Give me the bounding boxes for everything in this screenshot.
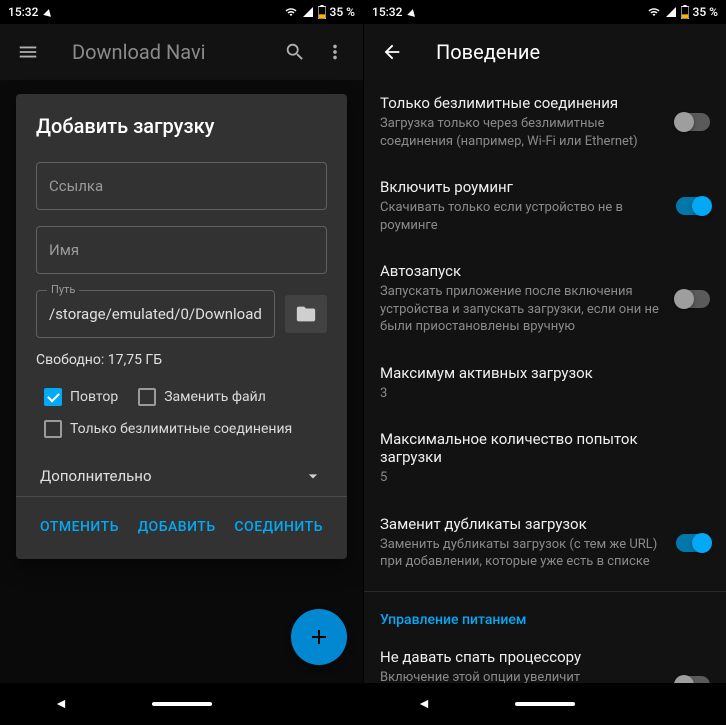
- dialog-title: Добавить загрузку: [36, 114, 327, 138]
- app-bar: Download Navi: [0, 24, 363, 80]
- cancel-button[interactable]: ОТМЕНИТЬ: [36, 511, 123, 543]
- add-fab[interactable]: [291, 609, 347, 665]
- switch-wakelock[interactable]: [676, 676, 710, 683]
- nav-home-icon: [152, 702, 212, 706]
- settings-title: Поведение: [436, 40, 540, 64]
- battery-icon: [318, 5, 326, 19]
- nav-home[interactable]: [152, 702, 212, 706]
- battery-icon: [681, 5, 689, 19]
- browse-folder-button[interactable]: [285, 295, 327, 333]
- switch-roaming[interactable]: [676, 197, 710, 215]
- add-download-dialog: Добавить загрузку Путь Свободно: 17,75 Г…: [16, 94, 347, 559]
- status-time: 15:32: [372, 5, 402, 19]
- setting-autorun[interactable]: Автозапуск Запускать приложение после вк…: [380, 248, 710, 350]
- back-button[interactable]: [372, 32, 412, 72]
- nav-back-icon: [51, 694, 71, 714]
- nav-home-icon: [515, 702, 575, 706]
- plus-icon: [307, 625, 331, 649]
- setting-title: Максимум активных загрузок: [380, 364, 694, 382]
- setting-subtitle: Загрузка только через безлимитные соедин…: [380, 115, 660, 150]
- setting-subtitle: Включение этой опции увеличит использова…: [380, 669, 660, 683]
- connect-button[interactable]: СОЕДИНИТЬ: [230, 511, 327, 543]
- setting-subtitle: 5: [380, 469, 694, 487]
- setting-title: Максимальное количество попыток загрузки: [380, 430, 694, 466]
- replace-checkbox[interactable]: [138, 388, 156, 406]
- status-bar: 15:32 35 %: [364, 0, 726, 24]
- signal-icon: [302, 6, 314, 18]
- path-label: Путь: [47, 283, 79, 296]
- screen-settings: 15:32 35 % Поведение Только безлимитные …: [363, 0, 726, 725]
- status-app-icon: [408, 8, 418, 17]
- app-bar: Поведение: [364, 24, 726, 80]
- link-field-wrapper[interactable]: [36, 162, 327, 210]
- more-button[interactable]: [315, 32, 355, 72]
- menu-icon: [17, 41, 39, 63]
- path-input[interactable]: [49, 305, 262, 323]
- setting-subtitle: Запускать приложение после включения уст…: [380, 283, 660, 336]
- setting-roaming[interactable]: Включить роуминг Скачивать только если у…: [380, 164, 710, 248]
- setting-title: Не давать спать процессору: [380, 648, 660, 666]
- nav-home[interactable]: [515, 702, 575, 706]
- setting-wakelock[interactable]: Не давать спать процессору Включение это…: [380, 634, 710, 683]
- free-space-text: Свободно: 17,75 ГБ: [36, 352, 327, 368]
- chevron-down-icon: [303, 466, 323, 486]
- wifi-icon: [647, 6, 661, 18]
- status-battery: 35 %: [330, 5, 355, 19]
- search-button[interactable]: [275, 32, 315, 72]
- section-divider: [364, 591, 726, 592]
- status-battery: 35 %: [693, 5, 718, 19]
- add-button[interactable]: ДОБАВИТЬ: [134, 511, 220, 543]
- advanced-label: Дополнительно: [40, 467, 152, 485]
- arrow-back-icon: [381, 41, 403, 63]
- nav-back[interactable]: [31, 694, 91, 714]
- status-app-icon: [44, 8, 54, 17]
- power-section-header: Управление питанием: [380, 598, 710, 634]
- screen-downloads: 15:32 35 % Download Navi Добавить загруз…: [0, 0, 363, 725]
- path-field-wrapper[interactable]: Путь: [36, 290, 275, 338]
- switch-autorun[interactable]: [676, 290, 710, 308]
- setting-unlimited[interactable]: Только безлимитные соединения Загрузка т…: [380, 80, 710, 164]
- nav-back[interactable]: [394, 694, 454, 714]
- setting-title: Включить роуминг: [380, 178, 660, 196]
- settings-list[interactable]: Только безлимитные соединения Загрузка т…: [364, 80, 726, 683]
- unlimited-label: Только безлимитные соединения: [70, 421, 292, 437]
- nav-back-icon: [414, 694, 434, 714]
- status-time: 15:32: [8, 5, 38, 19]
- wifi-icon: [284, 6, 298, 18]
- setting-subtitle: Заменить дубликаты загрузок (с тем же UR…: [380, 536, 660, 571]
- setting-replace-dup[interactable]: Заменит дубликаты загрузок Заменить дубл…: [380, 501, 710, 585]
- setting-subtitle: 3: [380, 385, 694, 403]
- setting-title: Заменит дубликаты загрузок: [380, 515, 660, 533]
- folder-icon: [295, 303, 317, 325]
- setting-title: Автозапуск: [380, 262, 660, 280]
- search-icon: [284, 41, 306, 63]
- name-field-wrapper[interactable]: [36, 226, 327, 274]
- more-vert-icon: [324, 41, 346, 63]
- switch-unlimited[interactable]: [676, 113, 710, 131]
- status-bar: 15:32 35 %: [0, 0, 363, 24]
- unlimited-checkbox[interactable]: [44, 420, 62, 438]
- setting-title: Только безлимитные соединения: [380, 94, 660, 112]
- repeat-checkbox[interactable]: [44, 388, 62, 406]
- advanced-toggle[interactable]: Дополнительно: [36, 452, 327, 496]
- content: Добавить загрузку Путь Свободно: 17,75 Г…: [0, 80, 363, 683]
- nav-bar: [364, 683, 726, 725]
- name-input[interactable]: [49, 241, 314, 259]
- app-title: Download Navi: [72, 40, 275, 64]
- link-input[interactable]: [49, 177, 314, 195]
- dialog-actions: ОТМЕНИТЬ ДОБАВИТЬ СОЕДИНИТЬ: [36, 497, 327, 549]
- signal-icon: [665, 6, 677, 18]
- switch-replace-dup[interactable]: [676, 534, 710, 552]
- menu-button[interactable]: [8, 32, 48, 72]
- replace-label: Заменить файл: [164, 389, 266, 405]
- setting-max-retries[interactable]: Максимальное количество попыток загрузки…: [380, 416, 710, 501]
- setting-max-active[interactable]: Максимум активных загрузок 3: [380, 350, 710, 417]
- setting-subtitle: Скачивать только если устройство не в ро…: [380, 199, 660, 234]
- nav-bar: [0, 683, 363, 725]
- repeat-label: Повтор: [70, 389, 118, 405]
